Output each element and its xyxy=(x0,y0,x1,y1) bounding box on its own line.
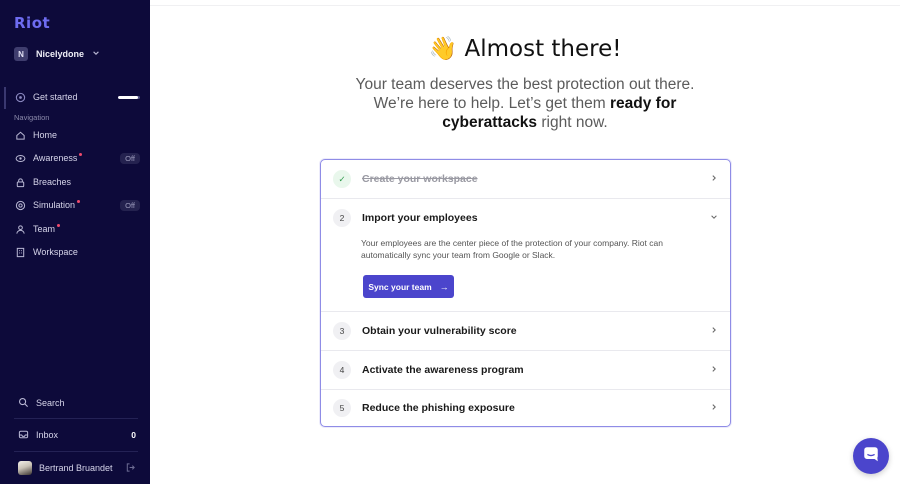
sidebar-item-team[interactable]: Team xyxy=(14,220,140,238)
logout-icon[interactable] xyxy=(125,462,136,475)
sidebar-item-label: Team xyxy=(33,224,56,234)
nav-heading: Navigation xyxy=(14,113,50,122)
step-description: Your employees are the center piece of t… xyxy=(361,238,663,260)
step-number: 4 xyxy=(333,361,351,379)
user-name: Bertrand Bruandet xyxy=(39,463,113,473)
status-badge: Off xyxy=(120,152,140,164)
page-title-text: Almost there! xyxy=(464,36,622,62)
sidebar-item-label: Awareness xyxy=(33,153,78,163)
step-header[interactable]: 5 Reduce the phishing exposure xyxy=(321,389,730,426)
chat-icon xyxy=(862,445,880,468)
gauge-icon xyxy=(14,91,26,103)
step-import-employees: 2 Import your employees Your employees a… xyxy=(321,199,730,312)
chat-launcher-button[interactable] xyxy=(853,438,889,474)
sidebar-item-label: Get started xyxy=(33,92,78,102)
lock-icon xyxy=(14,176,26,188)
step-number: 3 xyxy=(333,322,351,340)
sidebar-item-label: Home xyxy=(33,130,58,140)
sidebar-item-simulation[interactable]: Simulation Off xyxy=(14,196,140,214)
chevron-right-icon xyxy=(710,326,718,336)
arrow-right-icon: → xyxy=(439,281,449,292)
step-label: Create your workspace xyxy=(362,173,478,185)
chevron-down-icon xyxy=(710,213,718,223)
subtitle-text-end: right now. xyxy=(537,114,608,131)
notification-dot xyxy=(57,224,61,227)
step-number: 2 xyxy=(333,209,351,227)
search-label: Search xyxy=(36,397,65,408)
riot-logo[interactable]: Riot xyxy=(14,14,50,32)
sidebar-item-get-started[interactable]: Get started xyxy=(14,88,140,106)
step-label: Activate the awareness program xyxy=(362,364,524,376)
inbox-label: Inbox xyxy=(36,429,59,440)
divider xyxy=(14,451,138,452)
chevron-right-icon xyxy=(710,365,718,375)
search-button[interactable]: Search xyxy=(18,397,136,408)
step-header[interactable]: 2 Import your employees xyxy=(321,199,730,237)
page-title: 👋 Almost there! xyxy=(150,35,900,62)
main-content: 👋 Almost there! Your team deserves the b… xyxy=(150,0,900,484)
users-icon xyxy=(14,223,26,235)
step-label: Reduce the phishing exposure xyxy=(362,402,515,414)
org-name: Nicelydone xyxy=(36,49,85,59)
wave-emoji: 👋 xyxy=(428,36,458,62)
home-icon xyxy=(14,129,26,141)
target-icon xyxy=(14,199,26,211)
sync-team-button[interactable]: Sync your team → xyxy=(363,275,454,298)
inbox-count: 0 xyxy=(131,429,136,440)
step-header[interactable]: 4 Activate the awareness program xyxy=(321,351,730,389)
divider xyxy=(14,418,138,419)
step-vulnerability-score[interactable]: 3 Obtain your vulnerability score xyxy=(321,312,730,351)
search-icon xyxy=(18,397,29,408)
step-label: Obtain your vulnerability score xyxy=(362,325,517,337)
notification-dot xyxy=(77,200,81,203)
step-awareness-program[interactable]: 4 Activate the awareness program xyxy=(321,351,730,390)
sidebar-item-label: Simulation xyxy=(33,200,76,210)
sidebar-item-workspace[interactable]: Workspace xyxy=(14,243,140,261)
step-create-workspace[interactable]: ✓ Create your workspace xyxy=(321,160,730,199)
step-header[interactable]: 3 Obtain your vulnerability score xyxy=(321,312,730,350)
sidebar-item-label: Workspace xyxy=(33,247,78,257)
step-body: Your employees are the center piece of t… xyxy=(321,237,730,298)
avatar xyxy=(18,461,32,475)
inbox-icon xyxy=(18,429,29,440)
sidebar-item-breaches[interactable]: Breaches xyxy=(14,173,140,191)
status-badge: Off xyxy=(120,199,140,211)
inbox-button[interactable]: Inbox 0 xyxy=(18,429,136,440)
sync-team-label: Sync your team xyxy=(368,281,432,292)
chevron-down-icon xyxy=(92,49,100,59)
building-icon xyxy=(14,246,26,258)
chevron-right-icon xyxy=(710,403,718,413)
step-number: 5 xyxy=(333,399,351,417)
onboarding-checklist: ✓ Create your workspace 2 Import your em… xyxy=(320,159,731,427)
sidebar-item-home[interactable]: Home xyxy=(14,126,140,144)
sidebar-item-label: Breaches xyxy=(33,177,72,187)
check-icon: ✓ xyxy=(333,170,351,188)
get-started-progress xyxy=(118,95,140,99)
org-switcher[interactable]: N Nicelydone xyxy=(14,46,138,62)
step-label: Import your employees xyxy=(362,212,478,224)
sidebar: Riot N Nicelydone Get started Navigation… xyxy=(0,0,150,484)
eye-icon xyxy=(14,152,26,164)
chevron-right-icon xyxy=(710,174,718,184)
user-menu[interactable]: Bertrand Bruandet xyxy=(18,461,136,475)
step-phishing-exposure[interactable]: 5 Reduce the phishing exposure xyxy=(321,389,730,426)
page-subtitle: Your team deserves the best protection o… xyxy=(340,75,710,132)
notification-dot xyxy=(79,153,83,156)
progress-fill xyxy=(118,95,138,99)
sidebar-item-awareness[interactable]: Awareness Off xyxy=(14,149,140,167)
org-avatar: N xyxy=(14,47,28,61)
step-header[interactable]: ✓ Create your workspace xyxy=(321,160,730,198)
